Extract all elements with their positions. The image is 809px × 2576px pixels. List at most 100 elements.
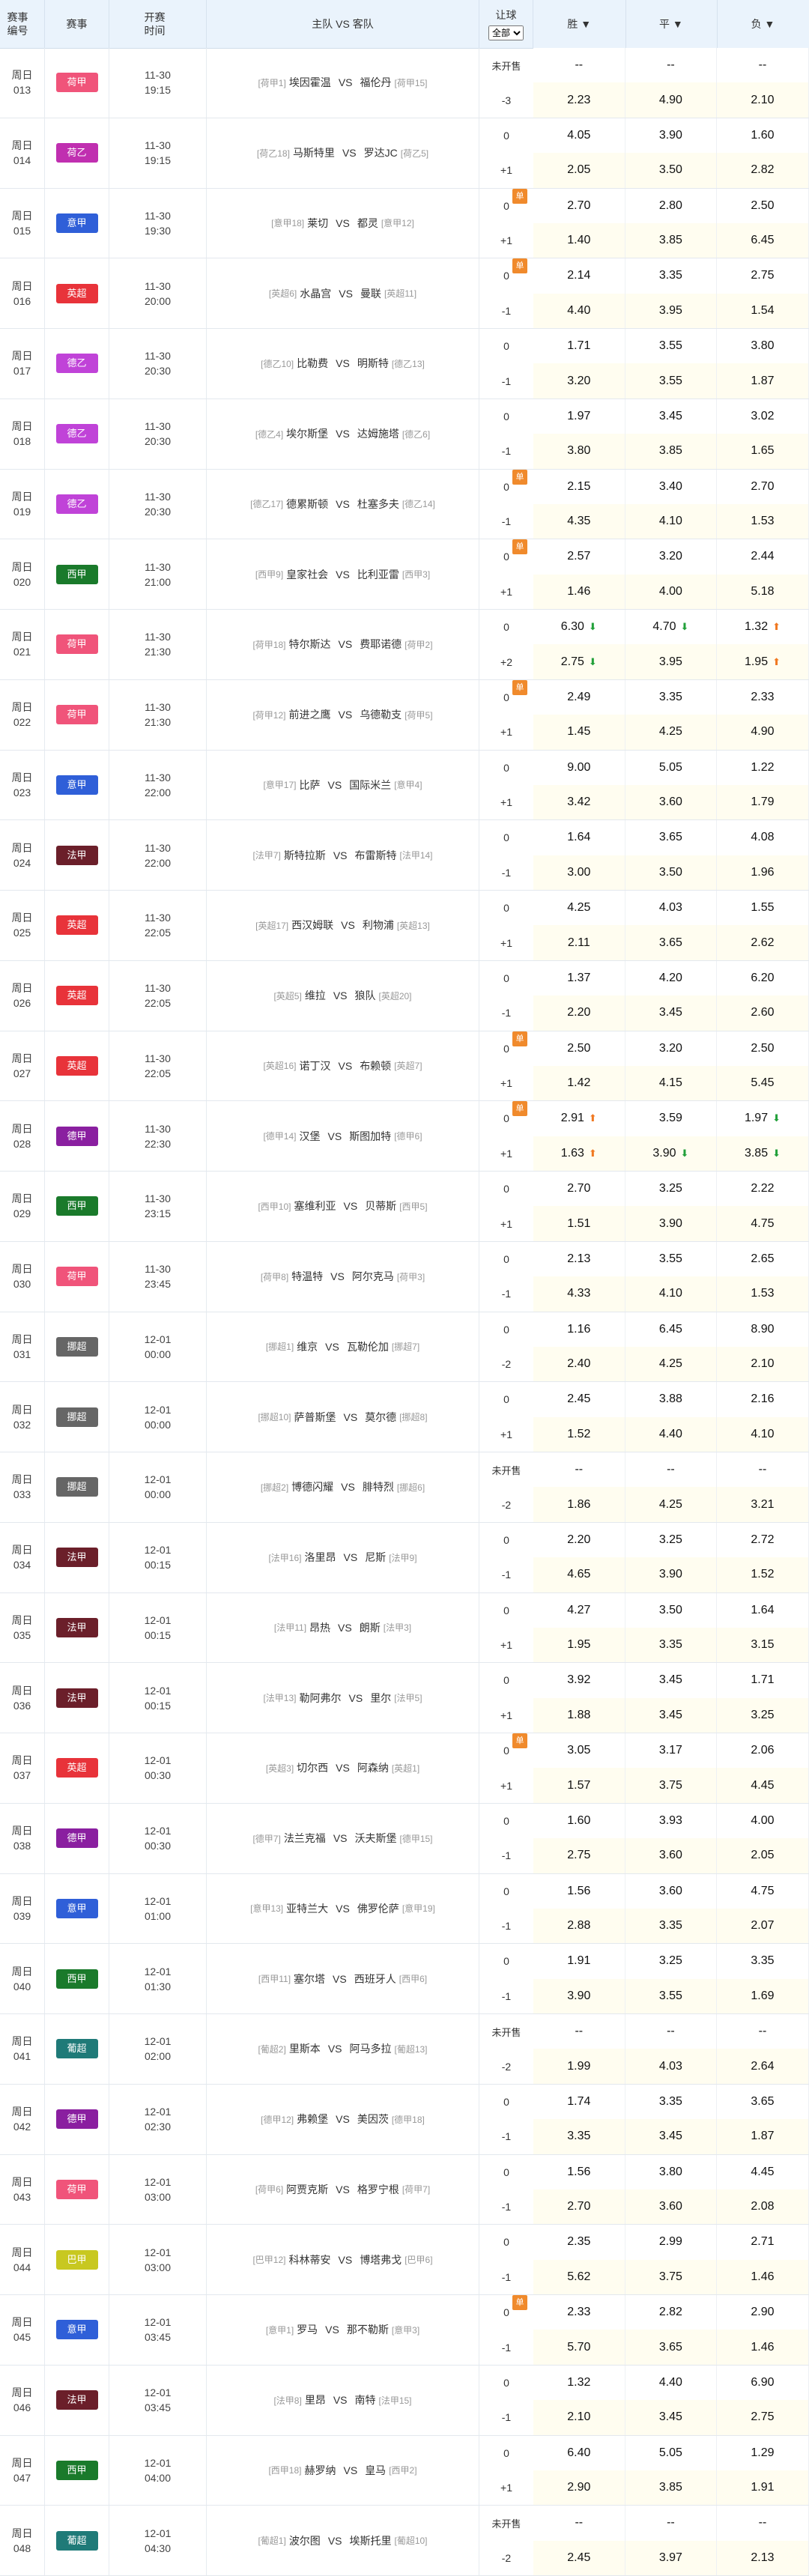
home-team[interactable]: 埃因霍温 <box>289 75 331 90</box>
odds-draw[interactable]: 3.45 <box>625 2119 718 2154</box>
league-badge[interactable]: 荷甲 <box>55 705 98 725</box>
odds-draw[interactable]: 4.10 <box>625 1276 718 1312</box>
odds-draw[interactable]: 3.50 <box>625 153 718 188</box>
odds-lose[interactable]: 4.45 <box>717 1768 809 1803</box>
home-team[interactable]: 博德闪耀 <box>291 1479 333 1494</box>
odds-draw[interactable]: 2.80 <box>625 188 718 223</box>
home-team[interactable]: 比勒费 <box>297 356 328 371</box>
league-badge[interactable]: 德甲 <box>55 1126 98 1146</box>
home-team[interactable]: 斯特拉斯 <box>284 848 326 863</box>
away-team[interactable]: 阿森纳 <box>357 1760 389 1775</box>
odds-lose[interactable]: 2.44 <box>717 539 809 575</box>
odds-win[interactable]: 1.99 <box>533 2049 625 2084</box>
league-badge[interactable]: 意甲 <box>55 2320 98 2340</box>
odds-draw[interactable]: 3.65 <box>625 820 718 855</box>
home-team[interactable]: 昂热 <box>309 1620 330 1635</box>
odds-lose[interactable]: 1.46 <box>717 2330 809 2365</box>
odds-draw[interactable]: 3.65 <box>625 2330 718 2365</box>
home-team[interactable]: 波尔图 <box>289 2533 321 2548</box>
odds-draw[interactable]: 3.50 <box>625 1592 718 1628</box>
odds-win[interactable]: 2.40 <box>533 1346 625 1382</box>
odds-lose[interactable]: 3.80 <box>717 329 809 364</box>
league-badge[interactable]: 英超 <box>55 1055 98 1076</box>
away-team[interactable]: 罗达JC <box>364 145 398 160</box>
odds-draw[interactable]: 3.45 <box>625 398 718 434</box>
odds-draw[interactable]: 3.65 <box>625 925 718 960</box>
odds-lose[interactable]: -- <box>717 2014 809 2049</box>
odds-win[interactable]: 4.25 <box>533 891 625 926</box>
odds-draw[interactable]: 3.88 <box>625 1382 718 1417</box>
odds-lose[interactable]: 2.64 <box>717 2049 809 2084</box>
home-team[interactable]: 汉堡 <box>300 1129 321 1144</box>
odds-lose[interactable]: 2.10 <box>717 82 809 118</box>
home-team[interactable]: 塞尔塔 <box>294 1972 325 1986</box>
odds-draw[interactable]: 4.20 <box>625 960 718 996</box>
odds-draw[interactable]: 3.35 <box>625 2084 718 2120</box>
odds-draw[interactable]: 3.20 <box>625 1031 718 1066</box>
odds-lose[interactable]: 2.65 <box>717 1241 809 1277</box>
odds-win[interactable]: 1.32 <box>533 2365 625 2401</box>
home-team[interactable]: 切尔西 <box>297 1760 328 1775</box>
away-team[interactable]: 费耶诺德 <box>360 637 402 652</box>
odds-draw[interactable]: 3.55 <box>625 329 718 364</box>
away-team[interactable]: 南特 <box>355 2392 376 2407</box>
odds-draw[interactable]: 3.35 <box>625 1627 718 1663</box>
odds-draw[interactable]: 4.10 <box>625 503 718 539</box>
odds-draw[interactable]: 5.05 <box>625 750 718 785</box>
away-team[interactable]: 沃夫斯堡 <box>355 1831 397 1846</box>
odds-win[interactable]: 4.35 <box>533 503 625 539</box>
league-badge[interactable]: 法甲 <box>55 1617 98 1637</box>
odds-win[interactable]: 5.62 <box>533 2259 625 2294</box>
home-team[interactable]: 科林蒂安 <box>289 2252 331 2267</box>
home-team[interactable]: 马斯特里 <box>293 145 335 160</box>
league-badge[interactable]: 法甲 <box>55 1688 98 1708</box>
odds-lose[interactable]: 1.91 <box>717 2470 809 2506</box>
odds-win[interactable]: 1.71 <box>533 329 625 364</box>
odds-win[interactable]: 1.97 <box>533 398 625 434</box>
odds-lose[interactable]: 4.75 <box>717 1873 809 1909</box>
odds-draw[interactable]: 4.70 ⬇ <box>625 610 718 645</box>
odds-win[interactable]: 2.70 <box>533 1172 625 1207</box>
league-badge[interactable]: 英超 <box>55 283 98 303</box>
league-badge[interactable]: 葡超 <box>55 2530 98 2551</box>
odds-win[interactable]: 3.92 <box>533 1663 625 1698</box>
odds-draw[interactable]: 3.55 <box>625 363 718 398</box>
league-badge[interactable]: 德甲 <box>55 2109 98 2130</box>
away-team[interactable]: 瓦勒伦加 <box>347 1339 389 1354</box>
away-team[interactable]: 皇马 <box>365 2463 386 2478</box>
odds-draw[interactable]: 3.59 <box>625 1101 718 1136</box>
away-team[interactable]: 国际米兰 <box>349 778 391 793</box>
odds-win[interactable]: 2.15 <box>533 469 625 504</box>
away-team[interactable]: 布雷斯特 <box>355 848 397 863</box>
home-team[interactable]: 勒阿弗尔 <box>300 1691 342 1706</box>
odds-win[interactable]: -- <box>533 1452 625 1488</box>
odds-lose[interactable]: 2.10 <box>717 1346 809 1382</box>
away-team[interactable]: 杜塞多夫 <box>357 497 399 512</box>
away-team[interactable]: 曼联 <box>360 286 381 301</box>
league-badge[interactable]: 英超 <box>55 986 98 1006</box>
odds-draw[interactable]: -- <box>625 2506 718 2541</box>
odds-win[interactable]: -- <box>533 2506 625 2541</box>
league-badge[interactable]: 西甲 <box>55 564 98 584</box>
league-badge[interactable]: 德乙 <box>55 494 98 514</box>
odds-draw[interactable]: 3.55 <box>625 1241 718 1277</box>
away-team[interactable]: 阿尔克马 <box>352 1269 394 1284</box>
odds-draw[interactable]: 3.75 <box>625 1768 718 1803</box>
odds-win[interactable]: 2.13 <box>533 1241 625 1277</box>
odds-win[interactable]: 1.91 <box>533 1944 625 1979</box>
odds-win[interactable]: 3.90 <box>533 1978 625 2013</box>
odds-win[interactable]: 6.30 ⬇ <box>533 610 625 645</box>
away-team[interactable]: 腓特烈 <box>363 1479 394 1494</box>
header-lose[interactable]: 负 ▼ <box>717 0 809 48</box>
odds-lose[interactable]: 4.45 <box>717 2154 809 2189</box>
odds-win[interactable]: 2.57 <box>533 539 625 575</box>
odds-draw[interactable]: 3.35 <box>625 1908 718 1944</box>
odds-win[interactable]: 1.16 <box>533 1312 625 1347</box>
odds-win[interactable]: 2.49 <box>533 679 625 715</box>
away-team[interactable]: 博塔弗戈 <box>360 2252 402 2267</box>
odds-draw[interactable]: 4.25 <box>625 715 718 750</box>
odds-win[interactable]: 2.50 <box>533 1031 625 1066</box>
odds-lose[interactable]: 1.71 <box>717 1663 809 1698</box>
odds-draw[interactable]: 2.99 <box>625 2225 718 2260</box>
odds-win[interactable]: 4.65 <box>533 1557 625 1592</box>
